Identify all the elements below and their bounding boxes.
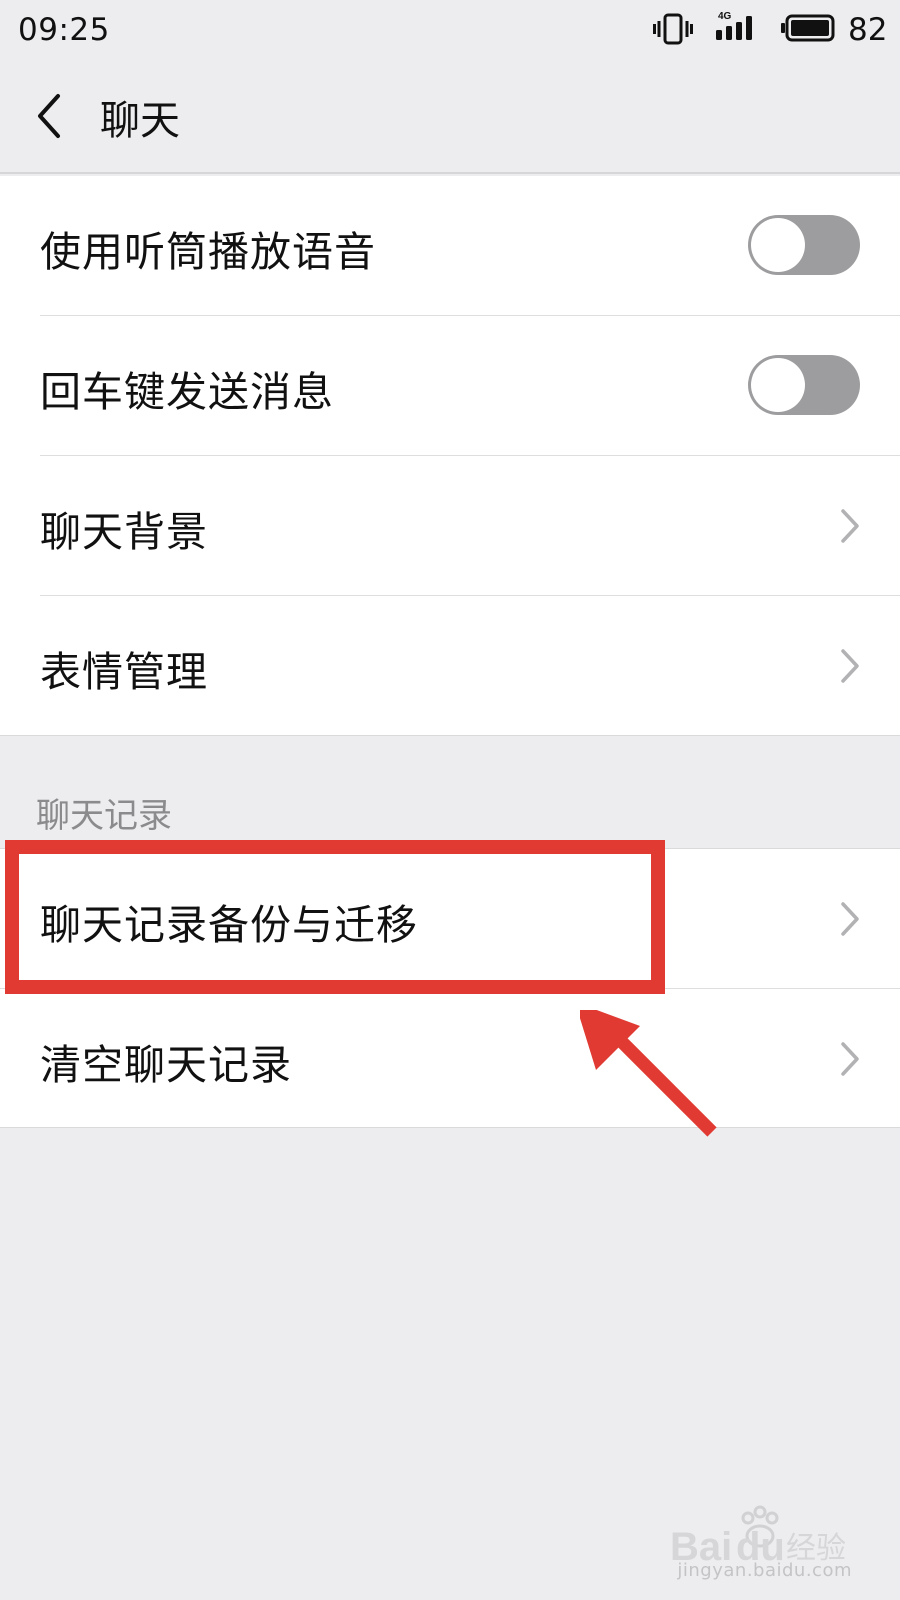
toggle-knob: [751, 218, 805, 272]
page-title: 聊天: [100, 98, 180, 144]
chevron-right-icon: [841, 1042, 859, 1076]
chevron-right-icon: [841, 902, 859, 936]
section-header-chat-history: 聊天记录: [36, 796, 172, 836]
setting-earpiece-voice[interactable]: 使用听筒播放语音: [0, 176, 900, 316]
setting-enter-to-send[interactable]: 回车键发送消息: [0, 316, 900, 456]
status-icons: 4G 82: [640, 0, 900, 62]
settings-group-chat-history: 聊天记录备份与迁移 清空聊天记录: [0, 848, 900, 1128]
setting-chat-background[interactable]: 聊天背景: [0, 456, 900, 596]
signal-icon: 4G: [716, 11, 752, 40]
setting-label: 表情管理: [40, 648, 208, 696]
watermark-url: jingyan.baidu.com: [677, 1560, 852, 1581]
chevron-right-icon: [841, 509, 859, 543]
settings-group-general: 使用听筒播放语音 回车键发送消息 聊天背景 表情管理: [0, 176, 900, 736]
setting-clear-chat-history[interactable]: 清空聊天记录: [0, 989, 900, 1129]
setting-label: 清空聊天记录: [40, 1041, 292, 1089]
vibrate-icon: [653, 13, 693, 45]
back-icon[interactable]: [30, 88, 70, 144]
navigation-header: 聊天: [0, 62, 900, 174]
setting-label: 聊天记录备份与迁移: [40, 901, 418, 949]
battery-icon: [781, 14, 835, 42]
chevron-right-icon: [841, 649, 859, 683]
network-label: 4G: [718, 11, 732, 22]
toggle-knob: [751, 358, 805, 412]
battery-level: 82: [848, 12, 888, 48]
earpiece-voice-toggle[interactable]: [748, 215, 860, 275]
setting-backup-and-migrate[interactable]: 聊天记录备份与迁移: [0, 849, 900, 989]
setting-label: 回车键发送消息: [40, 368, 334, 416]
setting-label: 聊天背景: [40, 508, 208, 556]
status-time: 09:25: [18, 12, 110, 48]
setting-sticker-management[interactable]: 表情管理: [0, 596, 900, 736]
setting-label: 使用听筒播放语音: [40, 228, 376, 276]
status-bar: 09:25 4G 82: [0, 0, 900, 62]
enter-to-send-toggle[interactable]: [748, 355, 860, 415]
